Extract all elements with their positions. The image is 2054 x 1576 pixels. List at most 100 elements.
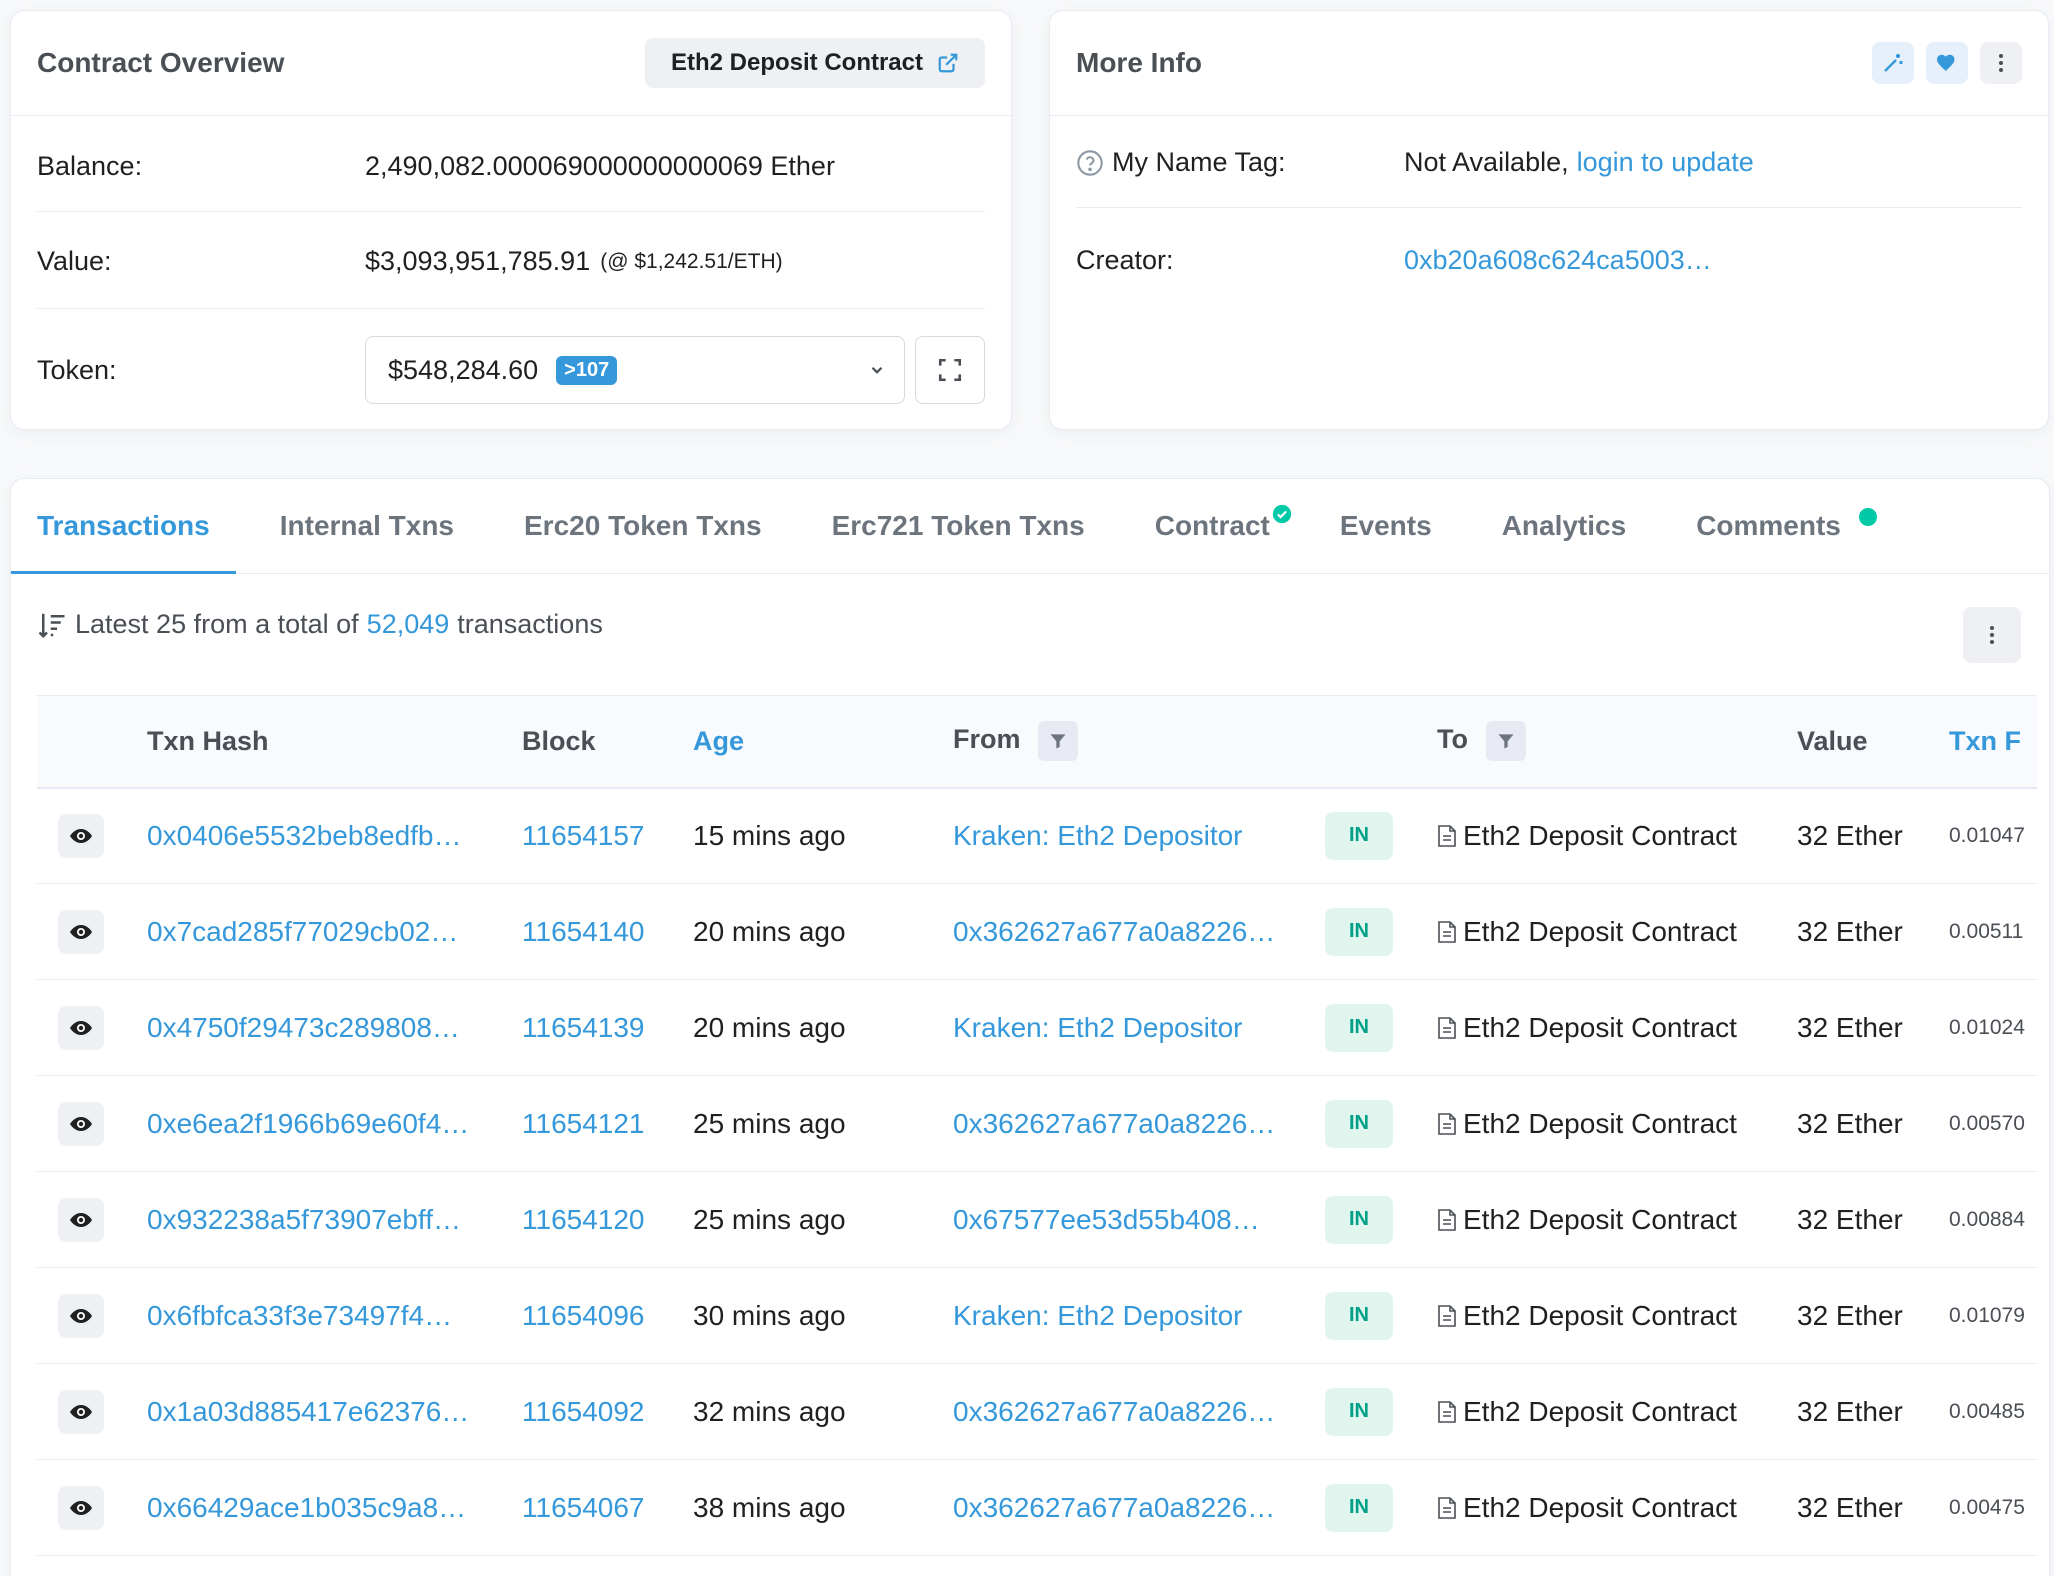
from-address-link[interactable]: Kraken: Eth2 Depositor — [953, 788, 1325, 884]
transactions-summary: Latest 25 from a total of 52,049 transac… — [37, 609, 603, 640]
view-details-button[interactable] — [58, 1389, 104, 1434]
from-filter-button[interactable] — [1038, 721, 1079, 762]
txn-fee-cell: 0.00884 — [1949, 1207, 2025, 1231]
to-contract-name[interactable]: Eth2 Deposit Contract — [1463, 1300, 1737, 1331]
from-address-link[interactable]: 0x67577ee53d55b408… — [953, 1172, 1325, 1268]
txn-fee-cell: 0.00485 — [1949, 1399, 2025, 1423]
direction-badge: IN — [1325, 1387, 1393, 1436]
tab-transactions[interactable]: Transactions — [11, 478, 236, 574]
eye-icon — [70, 1212, 92, 1227]
tab-erc20-token-txns[interactable]: Erc20 Token Txns — [524, 478, 762, 573]
direction-cell: IN — [1325, 1268, 1437, 1364]
to-contract-name[interactable]: Eth2 Deposit Contract — [1463, 1108, 1737, 1139]
from-address-link[interactable]: 0x362627a677a0a8226… — [953, 884, 1325, 980]
table-row: 0x4750f29473c289808… 11654139 20 mins ag… — [37, 980, 2037, 1076]
direction-cell: IN — [1325, 788, 1437, 884]
txn-hash-link[interactable]: 0x7cad285f77029cb02… — [147, 884, 522, 980]
eye-cell — [37, 1268, 147, 1364]
header-age[interactable]: Age — [693, 696, 953, 788]
from-address-link[interactable]: 0x362627a677a0a8226… — [953, 1076, 1325, 1172]
creator-address-link[interactable]: 0xb20a608c624ca5003… — [1404, 245, 1712, 276]
table-row: 0x0406e5532beb8edfb… 11654157 15 mins ag… — [37, 788, 2037, 884]
more-options-button[interactable] — [1980, 42, 2022, 84]
from-address-link[interactable]: Kraken: Eth2 Depositor — [953, 1268, 1325, 1364]
view-details-button[interactable] — [58, 1101, 104, 1146]
tab-bar: Transactions Internal Txns Erc20 Token T… — [11, 479, 2049, 574]
divider — [37, 211, 985, 212]
expand-icon — [938, 358, 962, 382]
to-contract-name[interactable]: Eth2 Deposit Contract — [1463, 916, 1737, 947]
summary-count-link[interactable]: 52,049 — [367, 609, 450, 640]
txn-hash-link[interactable]: 0x1a03d885417e62376… — [147, 1364, 522, 1460]
from-address-link[interactable]: 0x362627a677a0a8226… — [953, 1460, 1325, 1556]
to-contract-name[interactable]: Eth2 Deposit Contract — [1463, 1492, 1737, 1523]
tab-comments[interactable]: Comments — [1696, 478, 1877, 573]
block-link[interactable]: 11654096 — [522, 1268, 693, 1364]
view-details-button[interactable] — [58, 1005, 104, 1050]
block-link[interactable]: 11654157 — [522, 788, 693, 884]
document-icon — [1438, 824, 1456, 847]
eye-cell — [37, 1460, 147, 1556]
value-cell: 32 Ether — [1797, 915, 1903, 947]
txn-hash-link[interactable]: 0x4750f29473c289808… — [147, 980, 522, 1076]
to-contract-name[interactable]: Eth2 Deposit Contract — [1463, 1012, 1737, 1043]
block-link[interactable]: 11654121 — [522, 1076, 693, 1172]
to-contract-name[interactable]: Eth2 Deposit Contract — [1463, 1204, 1737, 1235]
value-cell: 32 Ether — [1797, 1299, 1903, 1331]
from-address-link[interactable]: 0x362627a677a0a8226… — [953, 1364, 1325, 1460]
favorite-button[interactable] — [1926, 42, 1968, 84]
block-link[interactable]: 11654067 — [522, 1460, 693, 1556]
filter-icon — [1050, 734, 1066, 749]
table-header-row: Txn Hash Block Age From To Value Txn F — [37, 695, 2037, 788]
document-icon — [1438, 1016, 1456, 1039]
txn-hash-link[interactable]: 0x0406e5532beb8edfb… — [147, 788, 522, 884]
eye-icon — [70, 1308, 92, 1323]
txn-hash-link[interactable]: 0x6fbfca33f3e73497f4… — [147, 1268, 522, 1364]
age-cell: 25 mins ago — [693, 1107, 846, 1139]
view-details-button[interactable] — [58, 1197, 104, 1242]
login-to-update-link[interactable]: login to update — [1577, 147, 1754, 178]
block-link[interactable]: 11654092 — [522, 1364, 693, 1460]
eye-cell — [37, 1172, 147, 1268]
divider — [37, 308, 985, 309]
update-name-tag-button[interactable] — [1872, 42, 1914, 84]
txn-hash-link[interactable]: 0x66429ace1b035c9a8… — [147, 1460, 522, 1556]
block-link[interactable]: 11654140 — [522, 884, 693, 980]
eye-icon — [70, 1020, 92, 1035]
contract-name-button[interactable]: Eth2 Deposit Contract — [644, 38, 985, 88]
view-details-button[interactable] — [58, 909, 104, 954]
view-details-button[interactable] — [58, 813, 104, 858]
tab-internal-txns[interactable]: Internal Txns — [280, 478, 454, 573]
to-filter-button[interactable] — [1485, 721, 1526, 762]
to-cell: Eth2 Deposit Contract — [1437, 1364, 1797, 1460]
age-cell: 32 mins ago — [693, 1395, 846, 1427]
header-txn-fee[interactable]: Txn F — [1949, 696, 2037, 788]
expand-button[interactable] — [915, 336, 985, 404]
eye-cell — [37, 1364, 147, 1460]
header-to: To — [1437, 696, 1797, 788]
table-options-button[interactable] — [1963, 607, 2021, 663]
to-contract-name[interactable]: Eth2 Deposit Contract — [1463, 1396, 1737, 1427]
tab-events[interactable]: Events — [1340, 478, 1432, 573]
document-icon — [1438, 1496, 1456, 1519]
to-cell: Eth2 Deposit Contract — [1437, 788, 1797, 884]
document-icon — [1438, 920, 1456, 943]
creator-row: Creator: 0xb20a608c624ca5003… — [1076, 245, 2022, 276]
view-details-button[interactable] — [58, 1485, 104, 1530]
block-link[interactable]: 11654120 — [522, 1172, 693, 1268]
tab-analytics[interactable]: Analytics — [1502, 478, 1627, 573]
from-address-link[interactable]: Kraken: Eth2 Depositor — [953, 980, 1325, 1076]
table-row: 0x932238a5f73907ebff… 11654120 25 mins a… — [37, 1172, 2037, 1268]
tab-erc721-token-txns[interactable]: Erc721 Token Txns — [832, 478, 1085, 573]
header-eye — [37, 696, 147, 788]
token-dropdown[interactable]: $548,284.60 >107 — [365, 336, 905, 404]
view-details-button[interactable] — [58, 1293, 104, 1338]
to-contract-name[interactable]: Eth2 Deposit Contract — [1463, 820, 1737, 851]
txn-hash-link[interactable]: 0x932238a5f73907ebff… — [147, 1172, 522, 1268]
tab-contract[interactable]: Contract — [1155, 478, 1292, 573]
table-row: 0x7cad285f77029cb02… 11654140 20 mins ag… — [37, 884, 2037, 980]
direction-badge: IN — [1325, 1195, 1393, 1244]
txn-hash-link[interactable]: 0xe6ea2f1966b69e60f4… — [147, 1076, 522, 1172]
block-link[interactable]: 11654139 — [522, 980, 693, 1076]
document-icon — [1438, 1400, 1456, 1423]
